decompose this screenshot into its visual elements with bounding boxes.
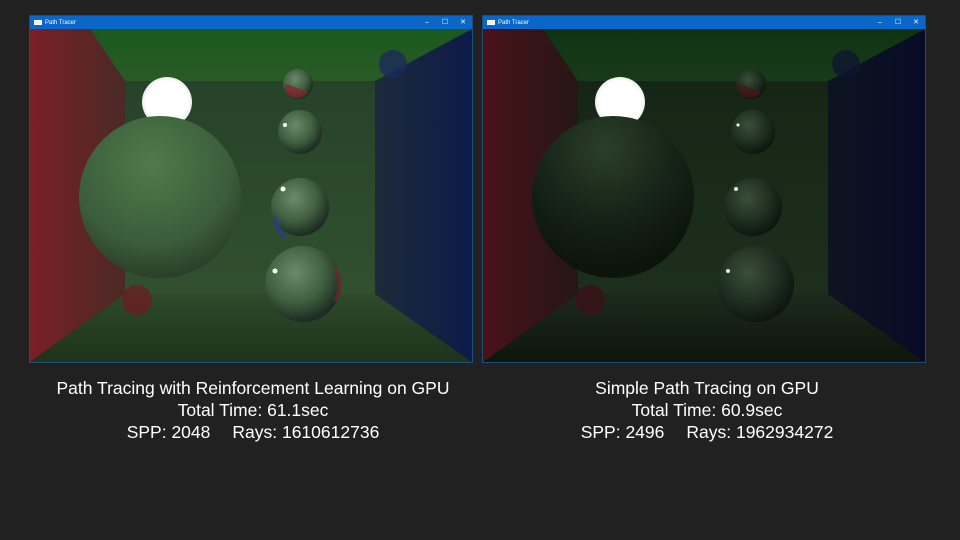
glass-sphere-2 xyxy=(731,110,775,154)
path-tracer-window-rl[interactable]: Path Tracer – ☐ ✕ xyxy=(30,16,472,362)
caption-simple: Simple Path Tracing on GPU Total Time: 6… xyxy=(467,377,947,443)
small-red-sphere xyxy=(575,285,605,315)
spp-label: SPP: 2048 xyxy=(126,422,211,442)
close-button[interactable]: ✕ xyxy=(907,16,925,29)
title-bar[interactable]: Path Tracer – ☐ ✕ xyxy=(30,16,472,29)
window-title: Path Tracer xyxy=(498,19,530,26)
path-tracer-window-simple[interactable]: Path Tracer – ☐ ✕ xyxy=(483,16,925,362)
window-title: Path Tracer xyxy=(45,19,77,26)
minimize-button[interactable]: – xyxy=(871,16,889,29)
total-time-label: Total Time: 61.1sec xyxy=(177,400,329,420)
total-time-label: Total Time: 60.9sec xyxy=(631,400,783,420)
stats-line: SPP: 2496 Rays: 1962934272 xyxy=(467,421,947,443)
rendered-scene-rl xyxy=(30,29,472,362)
blue-sphere xyxy=(832,50,860,78)
diffuse-sphere xyxy=(79,116,241,278)
rendered-scene-simple xyxy=(483,29,925,362)
title-bar[interactable]: Path Tracer – ☐ ✕ xyxy=(483,16,925,29)
glass-sphere-3 xyxy=(724,178,782,236)
method-label: Simple Path Tracing on GPU xyxy=(595,378,819,398)
glass-sphere-2 xyxy=(278,110,322,154)
diffuse-sphere xyxy=(532,116,694,278)
minimize-button[interactable]: – xyxy=(418,16,436,29)
rays-label: Rays: 1962934272 xyxy=(686,422,834,442)
caption-rl: Path Tracing with Reinforcement Learning… xyxy=(13,377,493,443)
spp-label: SPP: 2496 xyxy=(580,422,665,442)
maximize-button[interactable]: ☐ xyxy=(889,16,907,29)
glass-sphere-4 xyxy=(265,246,341,322)
method-label: Path Tracing with Reinforcement Learning… xyxy=(56,378,450,398)
maximize-button[interactable]: ☐ xyxy=(436,16,454,29)
blue-sphere xyxy=(379,50,407,78)
small-red-sphere xyxy=(122,285,152,315)
app-icon xyxy=(34,20,42,25)
stats-line: SPP: 2048 Rays: 1610612736 xyxy=(13,421,493,443)
rays-label: Rays: 1610612736 xyxy=(232,422,380,442)
glass-sphere-4 xyxy=(718,246,794,322)
app-icon xyxy=(487,20,495,25)
close-button[interactable]: ✕ xyxy=(454,16,472,29)
